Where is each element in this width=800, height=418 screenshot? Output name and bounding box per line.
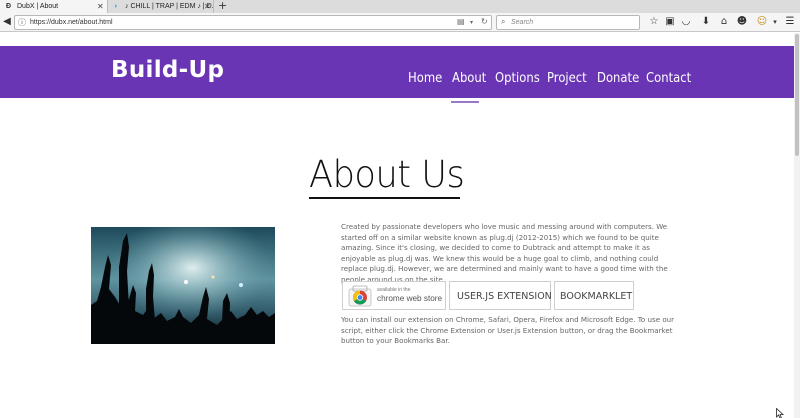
nav-home[interactable]: Home: [408, 70, 442, 86]
nav-project[interactable]: Project: [547, 70, 587, 86]
close-tab-icon[interactable]: ✕: [97, 0, 104, 13]
menu-icon[interactable]: ☰: [783, 15, 797, 29]
nav-options[interactable]: Options: [495, 70, 540, 86]
nav-contact[interactable]: Contact: [646, 70, 691, 86]
mouse-cursor-icon: [776, 408, 784, 418]
nav-donate[interactable]: Donate: [597, 70, 639, 86]
info-icon[interactable]: ⓘ: [18, 17, 26, 28]
back-arrow-icon[interactable]: ◀: [0, 15, 14, 29]
tab-dubx-about[interactable]: Ð DubX | About ✕: [0, 0, 108, 13]
reading-list-icon[interactable]: ▣: [663, 15, 677, 29]
reader-view-icon[interactable]: ▤: [457, 17, 465, 26]
concert-crowd-image: [91, 227, 275, 344]
chrome-web-store-button[interactable]: available in the chrome web store: [342, 281, 446, 310]
chrome-store-label: chrome web store: [377, 294, 443, 303]
overflow-arrow-icon[interactable]: ▾: [768, 15, 782, 29]
tab-strip: Ð DubX | About ✕ ◐ ♪ CHILL | TRAP | EDM …: [0, 0, 800, 13]
install-instructions: You can install our extension on Chrome,…: [341, 315, 675, 346]
chat-icon[interactable]: ☻: [735, 15, 749, 29]
tab-title: DubX | About: [17, 3, 59, 10]
scrollbar-thumb[interactable]: [795, 34, 799, 156]
star-icon[interactable]: ☆: [647, 15, 661, 29]
home-icon[interactable]: ⌂: [717, 15, 731, 29]
bookmarklet-button[interactable]: BOOKMARKLET: [554, 281, 634, 310]
dubx-favicon-icon: Ð: [5, 3, 12, 10]
page-title: About Us: [309, 153, 465, 196]
search-bar[interactable]: ⌕ Search: [496, 15, 640, 30]
nav-about[interactable]: About: [452, 70, 486, 86]
address-bar[interactable]: ⓘ https://dubx.net/about.html ▤ ▾ ↻: [14, 15, 492, 30]
close-tab-icon[interactable]: ✕: [204, 0, 211, 13]
userjs-button-label: USER.JS EXTENSION: [457, 291, 552, 302]
tab-dubtrack[interactable]: ◐ ♪ CHILL | TRAP | EDM ♪ | D... ✕: [108, 0, 214, 13]
chrome-store-caption: available in the: [377, 287, 411, 293]
download-icon[interactable]: ⬇: [699, 15, 713, 29]
site-header: Build-Up Home About Options Project Dona…: [0, 46, 794, 98]
nav-toolbar: ◀ ⓘ https://dubx.net/about.html ▤ ▾ ↻ ⌕ …: [0, 13, 800, 32]
site-brand[interactable]: Build-Up: [111, 57, 224, 83]
tab-title: ♪ CHILL | TRAP | EDM ♪ | D...: [125, 3, 214, 10]
active-nav-indicator: [451, 101, 479, 103]
url-text[interactable]: https://dubx.net/about.html: [30, 16, 113, 29]
about-paragraph: Created by passionate developers who lov…: [341, 222, 668, 284]
pocket-icon[interactable]: ◡: [679, 15, 693, 29]
userjs-extension-button[interactable]: USER.JS EXTENSION: [449, 281, 552, 310]
dropdown-arrow-icon[interactable]: ▾: [470, 19, 473, 26]
new-tab-icon[interactable]: +: [218, 0, 227, 12]
extension-icon[interactable]: ☺: [755, 15, 769, 29]
search-placeholder: Search: [511, 19, 534, 26]
dubtrack-favicon-icon: ◐: [114, 3, 119, 10]
reload-icon[interactable]: ↻: [481, 17, 488, 26]
search-icon: ⌕: [501, 17, 506, 26]
bookmarklet-button-label: BOOKMARKLET: [560, 291, 633, 302]
chrome-logo-icon: [348, 285, 372, 307]
title-underline: [309, 197, 460, 199]
